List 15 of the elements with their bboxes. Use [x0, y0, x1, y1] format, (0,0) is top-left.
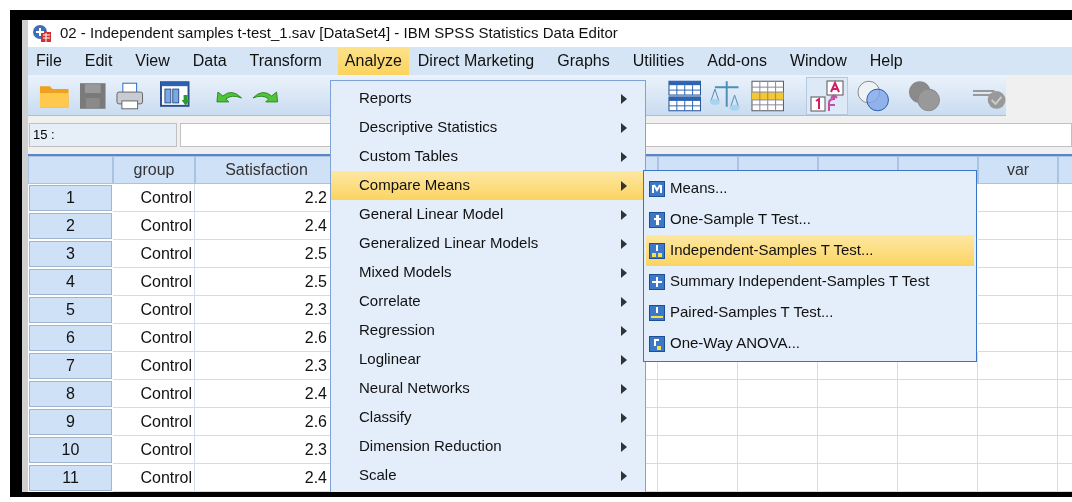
table-cell: Control [113, 240, 195, 268]
table-cell: Control [113, 324, 195, 352]
table-cell: Control [113, 380, 195, 408]
table-cell: Control [113, 296, 195, 324]
table-cell: Control [113, 436, 195, 464]
column-header: var [978, 156, 1058, 184]
table-cell: Control [113, 352, 195, 380]
cell-reference: 15 : [29, 122, 177, 148]
table-cell: Control [113, 184, 195, 212]
table-cell: Control [113, 212, 195, 240]
table-cell: Control [113, 464, 195, 492]
window-title: 02 - Independent samples t-test_1.sav [DataSet4] - IBM SPSS Statistics Data Editor [60, 23, 618, 44]
column-header: group [113, 156, 195, 184]
table-cell: Control [113, 408, 195, 436]
table-cell: Control [113, 268, 195, 296]
